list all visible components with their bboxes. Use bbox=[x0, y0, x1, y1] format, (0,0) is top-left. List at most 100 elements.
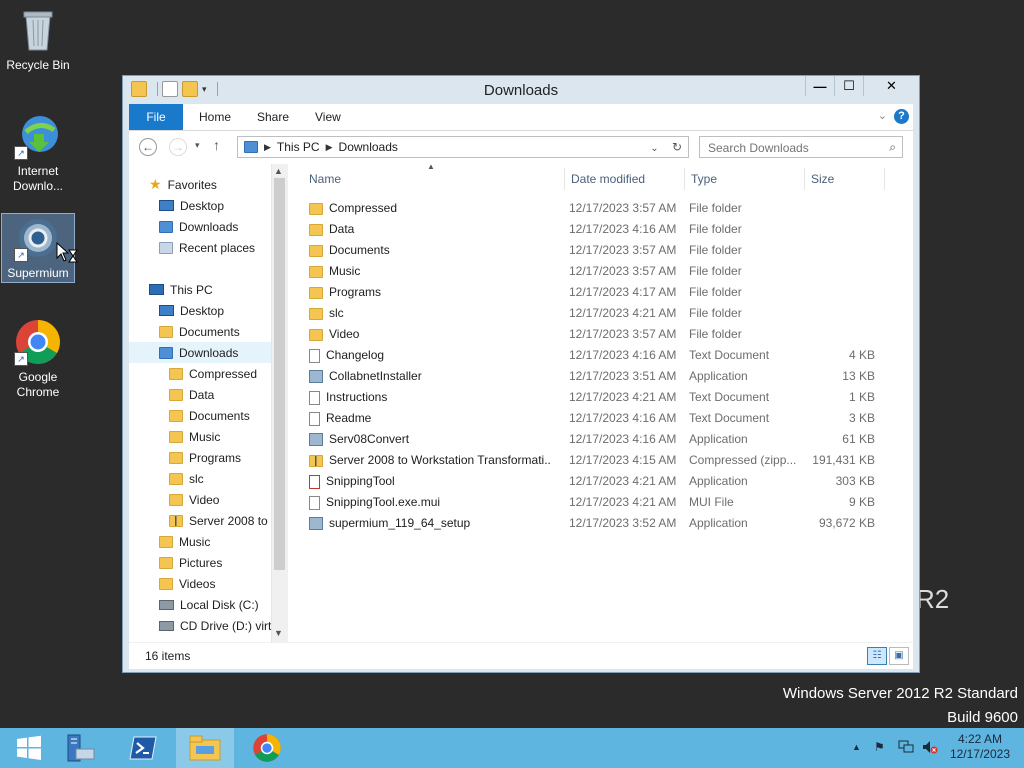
nav-item[interactable]: Videos bbox=[129, 573, 271, 594]
file-type: File folder bbox=[689, 264, 742, 278]
file-row[interactable]: Documents 12/17/2023 3:57 AM File folder bbox=[303, 240, 883, 261]
file-row[interactable]: CollabnetInstaller 12/17/2023 3:51 AM Appl… bbox=[303, 366, 883, 387]
scrollbar-thumb[interactable] bbox=[274, 178, 285, 570]
forward-button[interactable]: → bbox=[169, 138, 187, 156]
column-header-name[interactable]: Name bbox=[303, 168, 565, 190]
file-row[interactable]: Music 12/17/2023 3:57 AM File folder bbox=[303, 261, 883, 282]
desktop-icon bbox=[159, 200, 174, 211]
address-bar[interactable]: ▶ This PC ▶ Downloads ⌄ ↻ bbox=[237, 136, 689, 158]
tab-view[interactable]: View bbox=[307, 104, 349, 130]
details-view-button[interactable]: ☷ bbox=[867, 647, 887, 665]
nav-item[interactable]: Desktop bbox=[129, 195, 271, 216]
nav-item[interactable]: Documents bbox=[129, 405, 271, 426]
scroll-up-icon[interactable]: ▲ bbox=[274, 166, 283, 176]
system-clock[interactable]: 4:22 AM 12/17/2023 bbox=[950, 732, 1010, 762]
search-box[interactable]: ⌕ bbox=[699, 136, 903, 158]
desktop-icon-internet-download-manager[interactable]: ↗ Internet Downlo... bbox=[2, 112, 74, 194]
file-name: Readme bbox=[326, 411, 372, 425]
nav-item[interactable]: Music bbox=[129, 426, 271, 447]
nav-item[interactable]: CD Drive (D:) virt bbox=[129, 615, 271, 636]
tab-share[interactable]: Share bbox=[249, 104, 297, 130]
file-row[interactable]: Programs 12/17/2023 4:17 AM File folder bbox=[303, 282, 883, 303]
file-icon bbox=[309, 495, 320, 510]
nav-item[interactable]: Video bbox=[129, 489, 271, 510]
nav-item[interactable]: slc bbox=[129, 468, 271, 489]
file-size bbox=[803, 240, 875, 261]
file-row[interactable]: Serv08Convert 12/17/2023 4:16 AM Applicati… bbox=[303, 429, 883, 450]
nav-item[interactable]: Desktop bbox=[129, 300, 271, 321]
nav-item[interactable]: Local Disk (C:) bbox=[129, 594, 271, 615]
chrome-icon bbox=[253, 734, 281, 762]
breadcrumb-this-pc[interactable]: This PC bbox=[277, 140, 320, 154]
nav-item[interactable]: Data bbox=[129, 384, 271, 405]
recent-locations-icon[interactable]: ▾ bbox=[195, 140, 200, 151]
nav-item[interactable]: Recent places bbox=[129, 237, 271, 258]
maximize-button[interactable]: ☐ bbox=[834, 76, 863, 96]
up-button[interactable]: ↑ bbox=[213, 137, 220, 153]
nav-item[interactable]: Music bbox=[129, 531, 271, 552]
help-button[interactable]: ? bbox=[894, 109, 909, 124]
file-row[interactable]: supermium_119_64_setup 12/17/2023 3:52 AM… bbox=[303, 513, 883, 534]
file-row[interactable]: Instructions 12/17/2023 4:21 AM Text Docum… bbox=[303, 387, 883, 408]
file-row[interactable]: SnippingTool.exe.mui 12/17/2023 4:21 AM MU… bbox=[303, 492, 883, 513]
nav-item-label: Local Disk (C:) bbox=[180, 597, 259, 612]
breadcrumb-downloads[interactable]: Downloads bbox=[339, 140, 398, 154]
show-hidden-icons-button[interactable]: ▲ bbox=[852, 742, 861, 752]
column-header-type[interactable]: Type bbox=[685, 168, 805, 190]
action-center-flag-icon[interactable]: ⚑ bbox=[874, 740, 885, 754]
nav-item[interactable]: Documents bbox=[129, 321, 271, 342]
folder-icon bbox=[169, 409, 183, 422]
file-date-modified: 12/17/2023 3:57 AM bbox=[569, 243, 677, 257]
scroll-down-icon[interactable]: ▼ bbox=[274, 628, 283, 638]
file-row[interactable]: Data 12/17/2023 4:16 AM File folder bbox=[303, 219, 883, 240]
breadcrumb-chevron-icon[interactable]: ▶ bbox=[326, 142, 333, 153]
file-list: Name ▲ Date modified Type Size Compresse… bbox=[289, 162, 913, 642]
expand-ribbon-icon[interactable]: ⌄ bbox=[878, 109, 887, 122]
volume-muted-icon[interactable] bbox=[922, 740, 938, 757]
nav-item[interactable]: Server 2008 to W bbox=[129, 510, 271, 531]
nav-item[interactable]: Programs bbox=[129, 447, 271, 468]
large-icons-view-button[interactable]: ▣ bbox=[889, 647, 909, 665]
close-button[interactable]: ✕ bbox=[863, 76, 919, 96]
minimize-button[interactable]: — bbox=[805, 76, 834, 96]
taskbar-file-explorer[interactable] bbox=[176, 728, 234, 768]
title-bar[interactable]: ▾ Downloads — ☐ ✕ bbox=[123, 76, 919, 104]
column-header-size[interactable]: Size bbox=[805, 168, 885, 190]
nav-item[interactable]: Downloads bbox=[129, 216, 271, 237]
nav-item[interactable]: ★ Favorites bbox=[129, 174, 271, 195]
file-row[interactable]: Changelog 12/17/2023 4:16 AM Text Document… bbox=[303, 345, 883, 366]
nav-item-label: Downloads bbox=[179, 345, 239, 360]
recent-places-icon bbox=[159, 241, 173, 254]
nav-item[interactable]: This PC bbox=[129, 279, 271, 300]
file-row[interactable]: Server 2008 to Workstation Transformati.… bbox=[303, 450, 883, 471]
file-name: Serv08Convert bbox=[329, 432, 410, 446]
file-row[interactable]: Readme 12/17/2023 4:16 AM Text Document 3 K… bbox=[303, 408, 883, 429]
taskbar-powershell[interactable] bbox=[114, 728, 172, 768]
network-icon[interactable] bbox=[898, 740, 914, 757]
file-name-cell: Compressed bbox=[309, 198, 551, 219]
desktop-icon-google-chrome[interactable]: ↗ Google Chrome bbox=[2, 318, 74, 400]
nav-item[interactable]: Compressed bbox=[129, 363, 271, 384]
address-dropdown-icon[interactable]: ⌄ bbox=[650, 143, 658, 154]
tab-home[interactable]: Home bbox=[191, 104, 239, 130]
window-title: Downloads bbox=[483, 82, 559, 99]
refresh-icon[interactable]: ↻ bbox=[672, 140, 682, 154]
search-input[interactable] bbox=[706, 138, 880, 158]
taskbar-chrome[interactable] bbox=[238, 728, 296, 768]
tab-file[interactable]: File bbox=[129, 104, 183, 130]
nav-item[interactable]: Pictures bbox=[129, 552, 271, 573]
file-row[interactable]: Compressed 12/17/2023 3:57 AM File folder bbox=[303, 198, 883, 219]
column-header-date-modified[interactable]: Date modified bbox=[565, 168, 685, 190]
file-row[interactable]: slc 12/17/2023 4:21 AM File folder bbox=[303, 303, 883, 324]
taskbar-server-manager[interactable] bbox=[50, 728, 108, 768]
file-row[interactable]: SnippingTool 12/17/2023 4:21 AM Applicatio… bbox=[303, 471, 883, 492]
navigation-pane[interactable]: ★ Favorites Desktop Downloads Recent places T… bbox=[129, 164, 271, 642]
desktop-icon-recycle-bin[interactable]: Recycle Bin bbox=[2, 6, 74, 73]
nav-item[interactable]: Downloads bbox=[129, 342, 271, 363]
breadcrumb-chevron-icon[interactable]: ▶ bbox=[264, 142, 271, 153]
file-size bbox=[803, 198, 875, 219]
file-row[interactable]: Video 12/17/2023 3:57 AM File folder bbox=[303, 324, 883, 345]
navigation-scrollbar[interactable]: ▲ ▼ bbox=[271, 164, 288, 642]
downloads-folder-icon bbox=[244, 141, 258, 153]
back-button[interactable]: ← bbox=[139, 138, 157, 156]
